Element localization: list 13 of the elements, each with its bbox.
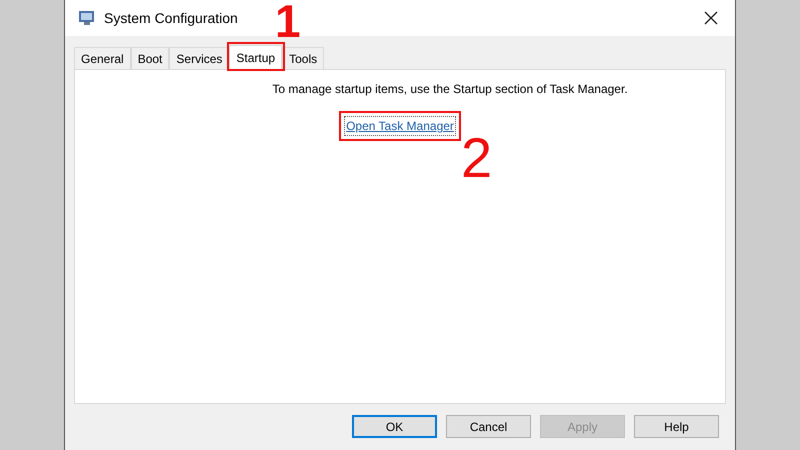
window-title: System Configuration [104,8,238,28]
info-text: To manage startup items, use the Startup section of Task Manager. [271,81,628,98]
dialog-button[interactable]: OK [352,415,437,438]
tab[interactable]: Boot [130,47,170,69]
tab[interactable]: General [74,47,131,69]
dialog-button[interactable]: Help [634,415,719,438]
tab[interactable]: Startup [229,45,282,70]
tab[interactable]: Services [169,47,230,69]
annotation-number: 1 [275,0,301,44]
task-manager-link[interactable]: Open Task Manager [344,116,456,136]
tab[interactable]: Tools [282,47,324,69]
dialog-button[interactable]: Cancel [446,415,531,438]
annotation-number: 2 [461,130,492,186]
